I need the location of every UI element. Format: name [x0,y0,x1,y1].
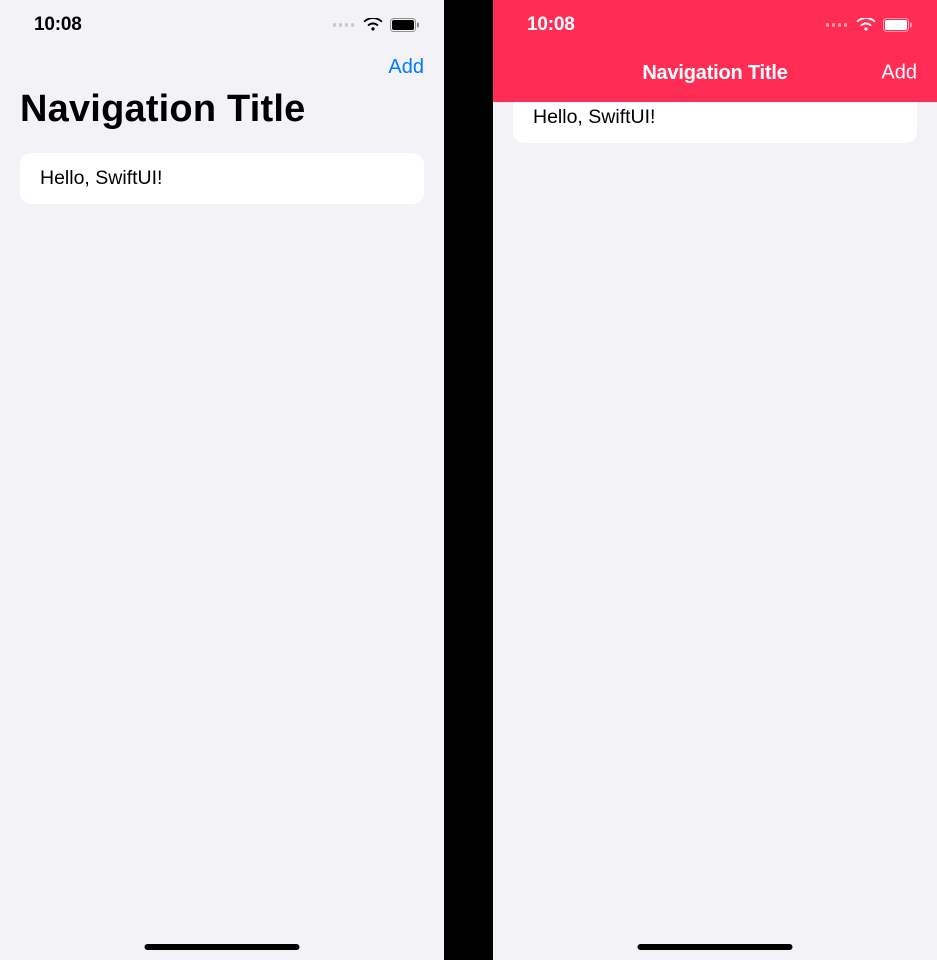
list-row[interactable]: Hello, SwiftUI! [513,102,917,143]
wifi-icon [363,18,383,32]
battery-icon [883,18,913,32]
add-button[interactable]: Add [881,62,917,85]
wifi-icon [856,18,876,32]
status-time: 10:08 [527,14,575,36]
phone-right: 10:08 Navigation Title Add Hello, SwiftU… [493,0,937,960]
list-row[interactable]: Hello, SwiftUI! [20,153,424,204]
cell-signal-icon [826,23,848,27]
status-bar: 10:08 [493,0,937,44]
home-indicator[interactable] [638,944,793,950]
status-indicators [826,18,914,32]
nav-toolbar: Add [0,44,444,88]
status-bar: 10:08 [0,0,444,44]
nav-bar: Navigation Title Add [493,44,937,102]
status-time: 10:08 [34,14,82,36]
page-title: Navigation Title [642,62,787,85]
battery-icon [390,18,420,32]
phone-left: 10:08 Add Navigation Title Hello, SwiftU… [0,0,444,960]
page-title: Navigation Title [0,88,444,139]
home-indicator[interactable] [145,944,300,950]
list[interactable]: Hello, SwiftUI! [0,139,444,204]
status-indicators [333,18,421,32]
cell-signal-icon [333,23,355,27]
add-button[interactable]: Add [388,56,424,79]
